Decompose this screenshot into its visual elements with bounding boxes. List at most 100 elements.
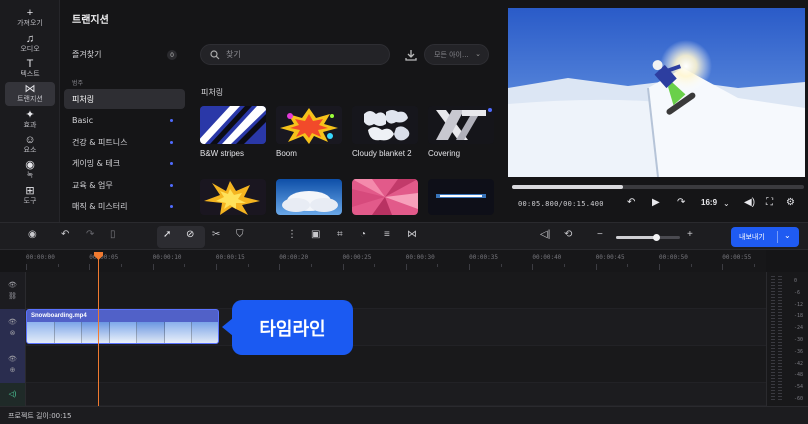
category-item-featured[interactable]: 피처링 bbox=[64, 89, 185, 109]
speed-icon[interactable]: ◔ bbox=[360, 229, 366, 240]
rail-item-text[interactable]: T 텍스트 bbox=[5, 57, 55, 81]
rail-item-elements[interactable]: ☺ 요소 bbox=[5, 133, 55, 157]
clip-thumbnails bbox=[27, 322, 218, 343]
link-icon[interactable]: ⛓ bbox=[8, 293, 17, 300]
transition-tile-bw-stripes[interactable] bbox=[200, 106, 266, 144]
redo-icon[interactable]: ↷ bbox=[86, 229, 94, 240]
ruler-tick-label: 00:00:10 bbox=[152, 254, 182, 261]
meter-label: -48 bbox=[794, 372, 804, 379]
ruler-tick bbox=[405, 264, 407, 270]
track-row[interactable] bbox=[26, 383, 766, 406]
transition-toolbar-icon[interactable]: ⋈ bbox=[407, 229, 417, 240]
caption-icon[interactable]: ▣ bbox=[311, 229, 320, 240]
filter-dropdown[interactable]: 모든 아이... ⌄ bbox=[424, 44, 489, 65]
category-item-magic[interactable]: 매직 & 미스터리 bbox=[64, 196, 185, 216]
category-label: 게이밍 & 테크 bbox=[72, 158, 121, 168]
undo-icon[interactable]: ↶ bbox=[61, 229, 69, 240]
chevron-down-icon: ⌄ bbox=[475, 50, 481, 58]
music-note-icon: ♫ bbox=[25, 33, 35, 45]
transition-tile-clouds[interactable] bbox=[276, 179, 342, 215]
track-control-overlay: 👁 ⛓ bbox=[0, 272, 26, 309]
favorites-item[interactable]: 즐겨찾기 0 bbox=[64, 44, 185, 64]
lock-icon[interactable]: ⊗ bbox=[10, 330, 16, 337]
category-item-fitness[interactable]: 건강 & 피트니스 bbox=[64, 132, 185, 152]
preview-scrubber[interactable] bbox=[512, 185, 804, 189]
category-item-basic[interactable]: Basic bbox=[64, 110, 185, 130]
rail-item-tools[interactable]: ⊞ 도구 bbox=[5, 184, 55, 208]
delete-icon[interactable]: ▯ bbox=[110, 229, 116, 240]
snap-icon[interactable]: ⟲ bbox=[564, 229, 572, 240]
audio-split-icon[interactable]: ⋮ bbox=[287, 229, 297, 240]
category-item-gaming[interactable]: 게이밍 & 테크 bbox=[64, 153, 185, 173]
transition-tile-light-line[interactable] bbox=[428, 179, 494, 215]
adjust-icon[interactable]: ≡ bbox=[384, 229, 390, 240]
settings-gear-icon[interactable]: ⚙ bbox=[786, 197, 795, 208]
rail-item-import[interactable]: + 가져오기 bbox=[5, 6, 55, 30]
undo-arrow-icon[interactable]: ↶ bbox=[627, 197, 635, 208]
grid-heading: 피처링 bbox=[201, 88, 224, 97]
transition-tile-cloudy-blanket[interactable] bbox=[352, 106, 418, 144]
ruler-tick-label: 00:00:50 bbox=[659, 254, 688, 261]
zoom-knob[interactable] bbox=[652, 234, 660, 241]
zoom-out-icon[interactable]: − bbox=[597, 229, 603, 240]
category-label: Basic bbox=[72, 115, 94, 125]
ruler-tick bbox=[722, 264, 724, 270]
transition-tile-covering[interactable] bbox=[428, 106, 494, 144]
transition-tile-explosion[interactable] bbox=[200, 179, 266, 215]
ruler-tick bbox=[120, 264, 122, 267]
ruler-tick bbox=[247, 264, 249, 267]
rail-label: 가져오기 bbox=[17, 19, 43, 27]
eye-icon[interactable]: 👁 bbox=[8, 282, 17, 289]
search-input[interactable] bbox=[226, 50, 376, 59]
explosion-thumbnail bbox=[200, 179, 266, 215]
eye-icon[interactable]: 👁 bbox=[8, 319, 17, 326]
rail-item-transition[interactable]: ⋈ 트랜지션 bbox=[5, 82, 55, 106]
select-cursor-icon[interactable]: ➚ bbox=[163, 229, 171, 240]
chevron-down-icon[interactable]: ⌄ bbox=[784, 231, 791, 240]
rail-item-audio[interactable]: ♫ 오디오 bbox=[5, 32, 55, 56]
clip-frame bbox=[82, 322, 110, 343]
category-item-education[interactable]: 교육 & 업무 bbox=[64, 175, 185, 195]
zoom-slider[interactable] bbox=[616, 234, 680, 241]
search-bar[interactable] bbox=[200, 44, 390, 65]
cut-scissors-icon[interactable]: ✂ bbox=[212, 229, 220, 240]
ruler-tick bbox=[627, 264, 629, 267]
disable-icon[interactable]: ⊘ bbox=[186, 229, 194, 240]
audio-detach-icon[interactable]: ◁| bbox=[540, 229, 550, 240]
record-button-icon[interactable]: ◉ bbox=[28, 229, 37, 240]
grid-tools-icon: ⊞ bbox=[25, 185, 35, 197]
rail-item-record[interactable]: ◉ 녹 bbox=[5, 158, 55, 182]
track-row[interactable] bbox=[26, 272, 766, 309]
boom-thumbnail bbox=[276, 106, 342, 144]
rail-item-effects[interactable]: ✦ 효과 bbox=[5, 108, 55, 132]
aspect-ratio-select[interactable]: 16:9 bbox=[701, 198, 717, 207]
new-dot bbox=[170, 161, 173, 165]
redo-arrow-icon[interactable]: ↷ bbox=[677, 197, 685, 208]
audio-icon[interactable]: ◁) bbox=[9, 391, 17, 398]
mute-icon[interactable]: ⊕ bbox=[10, 367, 16, 374]
track-row[interactable] bbox=[26, 346, 766, 383]
meter-label: -12 bbox=[794, 301, 804, 308]
download-icon[interactable] bbox=[404, 48, 418, 62]
zoom-in-icon[interactable]: + bbox=[687, 229, 693, 240]
transition-tile-boom[interactable] bbox=[276, 106, 342, 144]
text-icon: T bbox=[26, 58, 34, 70]
track-control-main: 👁 ⊗ bbox=[0, 309, 26, 346]
ruler-tick bbox=[279, 264, 281, 270]
export-button[interactable]: 내보내기 ⌄ bbox=[731, 227, 799, 247]
volume-icon[interactable]: ◀) bbox=[744, 197, 755, 208]
eye-icon[interactable]: 👁 bbox=[8, 356, 17, 363]
timeline-ruler[interactable]: 00:00:00 00:00:05 00:00:10 00:00:15 00:00:20… bbox=[26, 250, 766, 272]
video-clip[interactable]: Snowboarding.mp4 bbox=[26, 309, 219, 344]
meter-label: 0 bbox=[794, 278, 798, 284]
play-icon[interactable]: ▶ bbox=[652, 197, 660, 208]
playhead-line[interactable] bbox=[98, 256, 99, 406]
shield-icon[interactable]: ⛉ bbox=[236, 229, 244, 240]
transition-tile-pink-burst[interactable] bbox=[352, 179, 418, 215]
tile-label: B&W stripes bbox=[200, 149, 245, 158]
crop-icon[interactable]: ⌗ bbox=[337, 229, 343, 240]
covering-thumbnail bbox=[428, 106, 494, 144]
fullscreen-icon[interactable]: ⛶ bbox=[766, 197, 773, 208]
video-preview[interactable] bbox=[508, 8, 805, 177]
meter-label: -30 bbox=[794, 337, 804, 343]
